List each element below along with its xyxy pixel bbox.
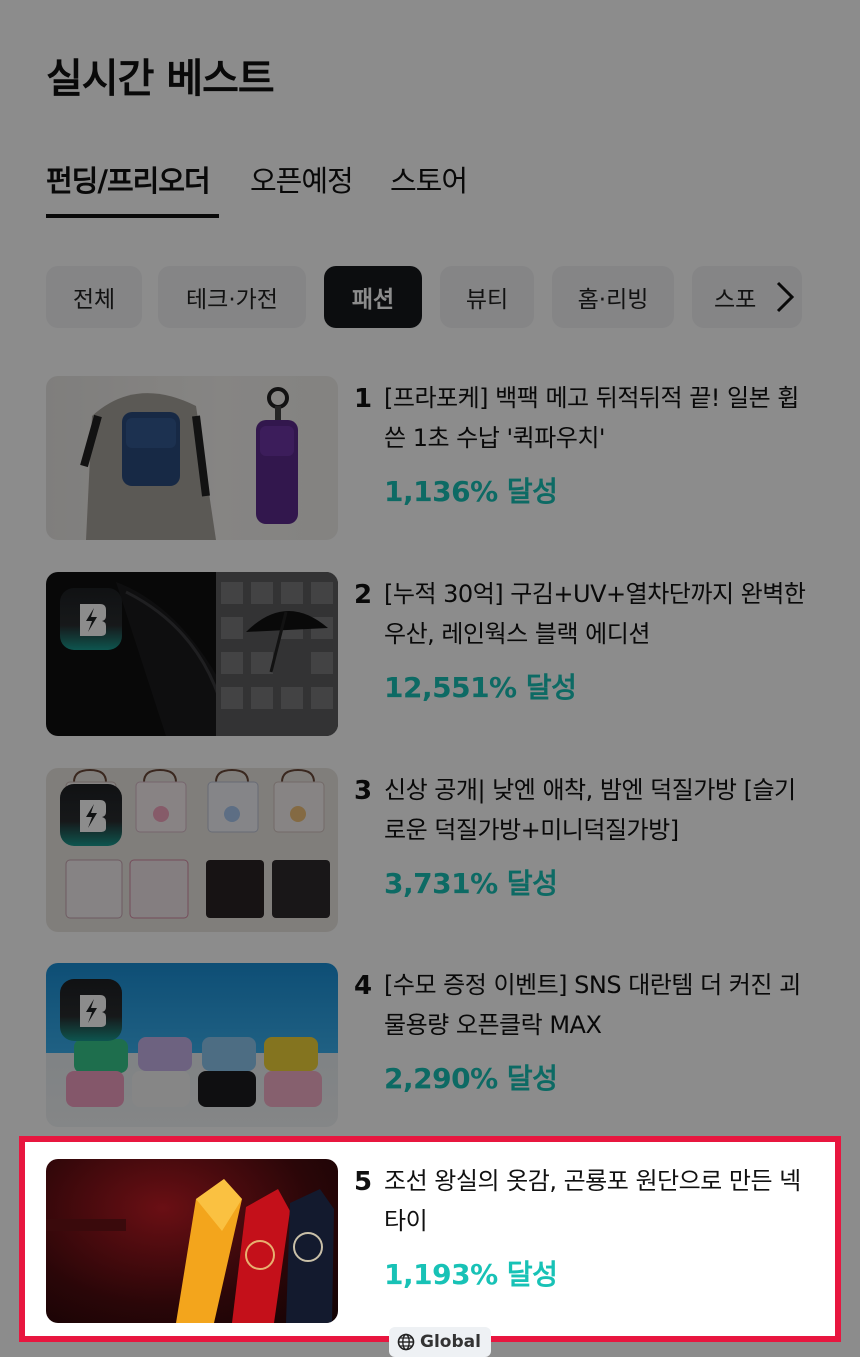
product-thumbnail[interactable] bbox=[46, 1159, 338, 1323]
list-item[interactable]: 5 조선 왕실의 옷감, 곤룡포 원단으로 만든 넥타이 1,193% 달성 G… bbox=[46, 1159, 826, 1357]
achievement-rate: 1,193% 달성 bbox=[384, 1258, 558, 1291]
realtime-best-page: 실시간 베스트 펀딩/프리오더 오픈예정 스토어 전체 테크·가전 패션 뷰티 … bbox=[0, 0, 860, 1357]
item-title[interactable]: 조선 왕실의 옷감, 곤룡포 원단으로 만든 넥타이 bbox=[384, 1161, 814, 1241]
global-tag-label: Global bbox=[420, 1332, 481, 1352]
highlighted-list-item-frame: 5 조선 왕실의 옷감, 곤룡포 원단으로 만든 넥타이 1,193% 달성 G… bbox=[19, 1136, 841, 1357]
rank-number: 5 bbox=[354, 1167, 373, 1197]
global-tag: Global bbox=[389, 1327, 491, 1357]
globe-icon bbox=[397, 1333, 415, 1351]
